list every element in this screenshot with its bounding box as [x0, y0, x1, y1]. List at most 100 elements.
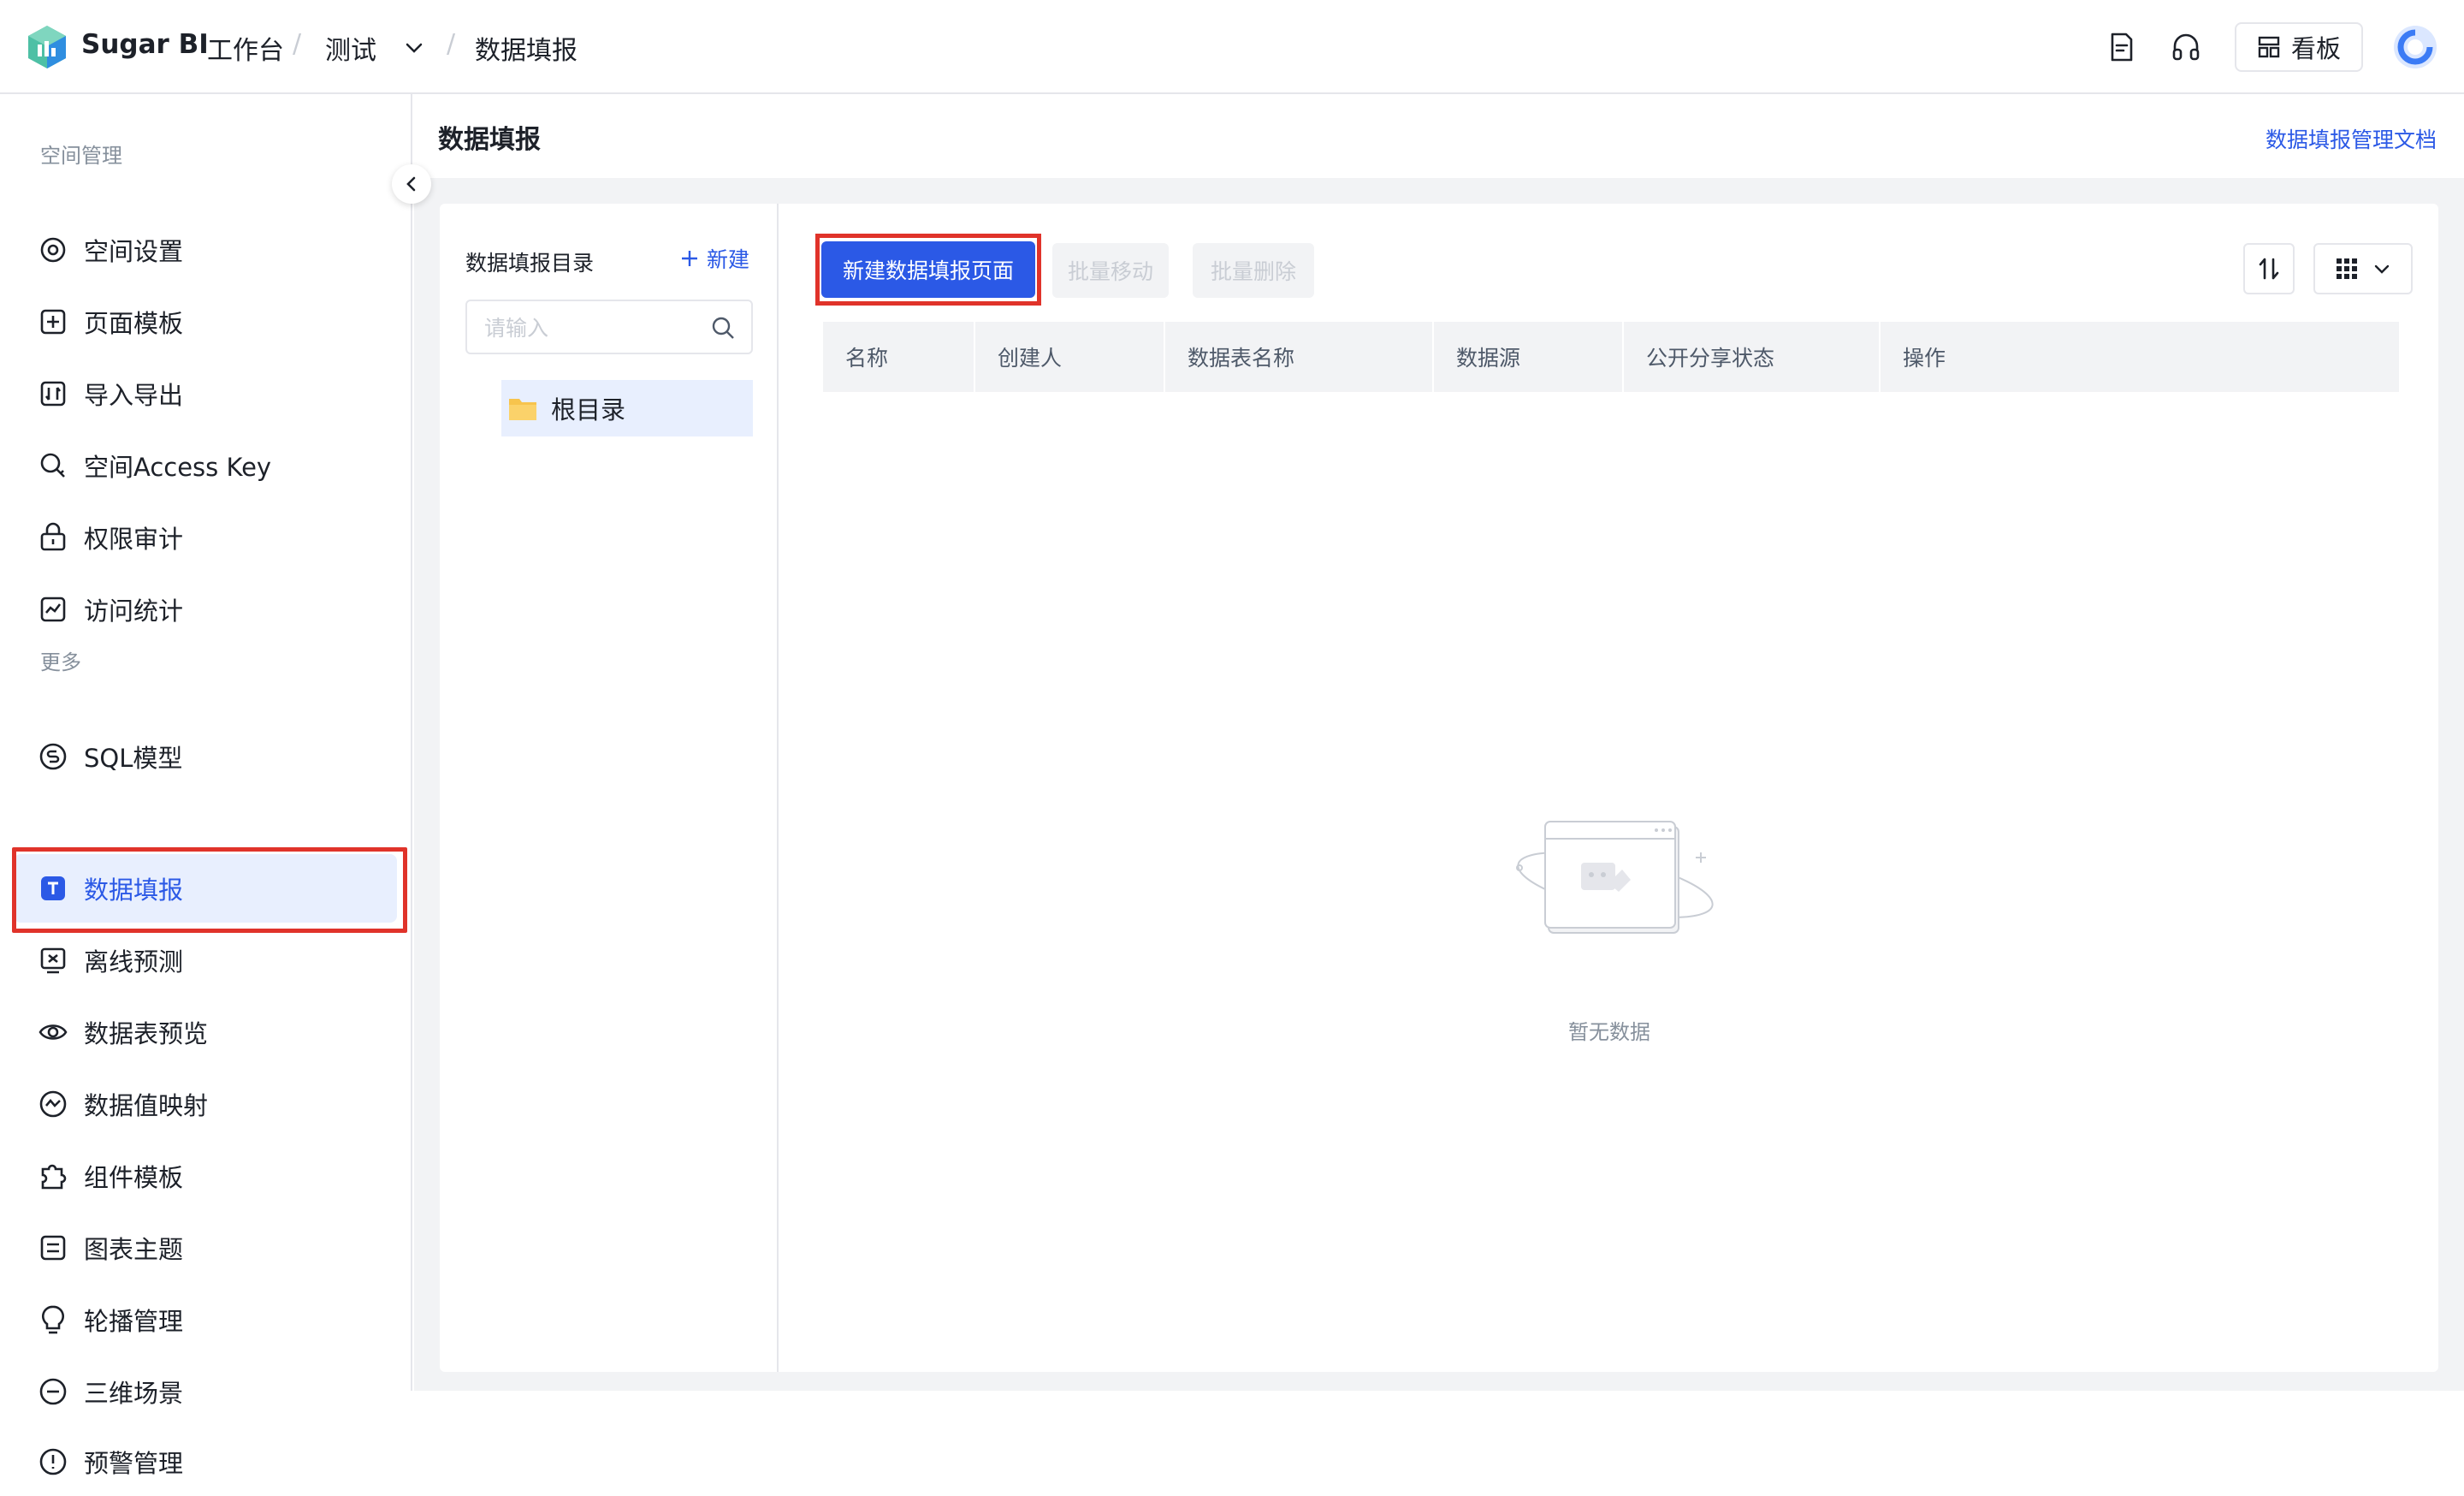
section-title-more: 更多 [40, 650, 81, 674]
sidebar-item-3d-scene[interactable]: 三维场景 [14, 1357, 397, 1426]
sort-button[interactable] [2243, 243, 2295, 294]
import-export-icon [40, 381, 66, 407]
top-bar: Sugar BI 工作台 / 测试 / 数据填报 看板 [0, 0, 2464, 94]
sidebar-item-sql-model[interactable]: SQL模型 [14, 722, 397, 791]
sidebar-item-label: 权限审计 [84, 525, 184, 554]
content-card: 数据填报目录 新建 根目录 新建数据填报页面 批量移动 批量删除 [440, 204, 2438, 1372]
breadcrumb-separator: / [293, 29, 302, 59]
sidebar-item-alert[interactable]: 预警管理 [14, 1428, 397, 1496]
sidebar-item-data-fill[interactable]: 数据填报 [14, 854, 397, 923]
sugar-bi-logo[interactable] [26, 24, 68, 70]
lock-icon [40, 522, 66, 551]
doc-link[interactable]: 数据填报管理文档 [2266, 123, 2437, 154]
column-header-table-name[interactable]: 数据表名称 [1165, 322, 1434, 392]
table-header: 名称 创建人 数据表名称 数据源 公开分享状态 操作 [823, 322, 2399, 392]
brand-name[interactable]: Sugar BI [81, 29, 209, 60]
empty-state-text: 暂无数据 [1568, 1020, 1650, 1044]
stats-icon [40, 597, 66, 622]
directory-panel: 数据填报目录 新建 根目录 [440, 204, 779, 1372]
sidebar-item-label: 组件模板 [84, 1163, 184, 1192]
column-header-actions[interactable]: 操作 [1881, 322, 2399, 392]
column-header-datasource[interactable]: 数据源 [1434, 322, 1624, 392]
dashboard-button-label: 看板 [2290, 34, 2341, 63]
alert-icon [39, 1448, 67, 1475]
scene-3d-icon [39, 1378, 67, 1405]
sidebar-item-access-stats[interactable]: 访问统计 [14, 575, 397, 644]
sidebar-item-carousel[interactable]: 轮播管理 [14, 1285, 397, 1354]
page-title: 数据填报 [438, 125, 541, 155]
batch-move-button[interactable]: 批量移动 [1052, 243, 1169, 298]
create-data-fill-page-button[interactable]: 新建数据填报页面 [821, 241, 1035, 298]
sidebar-item-value-mapping[interactable]: 数据值映射 [14, 1070, 397, 1138]
breadcrumb-space[interactable]: 测试 [325, 29, 376, 67]
sidebar-item-permission-audit[interactable]: 权限审计 [14, 503, 397, 572]
avatar-icon [2394, 26, 2437, 68]
puzzle-icon [41, 1164, 67, 1190]
dashboard-icon [2258, 36, 2280, 58]
root-folder-item[interactable]: 根目录 [501, 380, 753, 436]
sidebar-collapse-button[interactable] [392, 164, 431, 204]
section-title-space: 空间管理 [40, 144, 122, 168]
column-header-share-status[interactable]: 公开分享状态 [1624, 322, 1881, 392]
sidebar-item-space-settings[interactable]: 空间设置 [14, 216, 397, 284]
sidebar-item-label: 访问统计 [84, 597, 184, 626]
headset-icon[interactable] [2170, 31, 2202, 63]
eye-icon [38, 1024, 68, 1040]
directory-title: 数据填报目录 [465, 251, 595, 276]
sidebar-item-label: SQL模型 [84, 744, 183, 773]
chevron-down-icon[interactable] [402, 36, 426, 60]
avatar[interactable] [2394, 26, 2437, 68]
page-header: 数据填报 数据填报管理文档 [414, 94, 2464, 178]
column-header-creator[interactable]: 创建人 [975, 322, 1165, 392]
forecast-icon [40, 947, 66, 974]
sidebar-item-label: 三维场景 [84, 1379, 184, 1408]
mapping-icon [39, 1090, 67, 1118]
view-toggle-button[interactable] [2313, 243, 2413, 294]
chevron-left-icon [406, 176, 416, 192]
search-icon[interactable] [710, 315, 736, 341]
main-content: 数据填报 数据填报管理文档 数据填报目录 新建 根目录 新建数据填报页面 批量移… [414, 94, 2464, 1391]
sidebar-item-access-key[interactable]: 空间Access Key [14, 431, 397, 500]
sidebar-item-label: 导入导出 [84, 381, 184, 410]
grid-icon [2337, 258, 2357, 279]
sidebar-item-label: 预警管理 [84, 1449, 184, 1478]
dashboard-button[interactable]: 看板 [2235, 22, 2363, 72]
sidebar-item-table-preview[interactable]: 数据表预览 [14, 998, 397, 1066]
sidebar-item-label: 空间设置 [84, 237, 184, 266]
sidebar-item-label: 数据填报 [84, 876, 184, 905]
plus-icon [682, 251, 697, 266]
sidebar-item-component-template[interactable]: 组件模板 [14, 1142, 397, 1210]
directory-new-label: 新建 [707, 247, 750, 272]
data-fill-icon [41, 876, 65, 900]
sort-icon [2259, 258, 2279, 280]
gear-icon [40, 237, 66, 263]
sidebar-item-label: 离线预测 [84, 947, 184, 977]
sidebar-item-chart-theme[interactable]: 图表主题 [14, 1214, 397, 1282]
sidebar-item-label: 空间Access Key [84, 453, 272, 482]
sidebar-item-import-export[interactable]: 导入导出 [14, 359, 397, 428]
folder-icon [509, 399, 536, 420]
sidebar-item-label: 轮播管理 [84, 1307, 184, 1336]
page-template-icon [40, 309, 66, 335]
bulb-icon [42, 1305, 64, 1334]
sidebar: 空间管理 空间设置 页面模板 导入导出 空间Access Key 权限审计 访问… [0, 94, 412, 1478]
workbench-link[interactable]: 工作台 [207, 29, 284, 67]
document-icon[interactable] [2105, 31, 2137, 63]
sql-icon [39, 743, 67, 770]
sidebar-item-label: 图表主题 [84, 1235, 184, 1264]
sidebar-item-label: 页面模板 [84, 309, 184, 338]
root-folder-label: 根目录 [551, 395, 626, 424]
search-input[interactable] [484, 313, 707, 342]
column-header-name[interactable]: 名称 [823, 322, 975, 392]
sidebar-item-label: 数据值映射 [84, 1091, 209, 1120]
breadcrumb-separator: / [447, 29, 456, 59]
sidebar-item-page-template[interactable]: 页面模板 [14, 288, 397, 356]
sidebar-item-label: 数据表预览 [84, 1019, 209, 1048]
key-icon [40, 453, 65, 478]
directory-new-button[interactable]: 新建 [679, 243, 749, 274]
chevron-down-icon [2374, 264, 2390, 274]
sidebar-item-offline-forecast[interactable]: 离线预测 [14, 926, 397, 994]
batch-delete-button[interactable]: 批量删除 [1193, 243, 1314, 298]
directory-search [465, 300, 753, 354]
empty-state-illustration [1516, 821, 1714, 934]
